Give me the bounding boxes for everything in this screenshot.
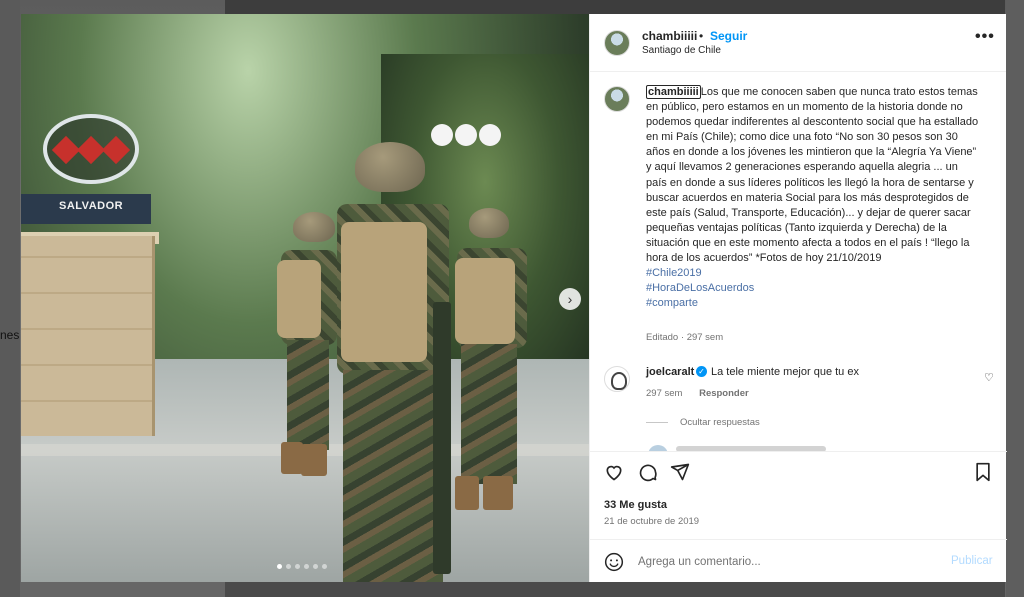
next-slide-button[interactable]: › bbox=[559, 288, 581, 310]
post-modal: SALVADOR › chambiiiii • Seguir Santiago … bbox=[21, 14, 1007, 582]
post-date[interactable]: 21 de octubre de 2019 bbox=[604, 516, 699, 527]
street-lamp bbox=[455, 124, 477, 146]
replies-divider bbox=[646, 422, 668, 423]
comments-section[interactable]: chambiiiii Los que me conocen saben que n… bbox=[590, 73, 1007, 451]
verified-badge-icon: ✓ bbox=[696, 366, 707, 377]
header-separator: • bbox=[699, 29, 704, 43]
carousel-dots bbox=[277, 564, 327, 569]
author-avatar[interactable] bbox=[604, 30, 630, 56]
metro-logo-icon bbox=[51, 132, 131, 168]
share-icon[interactable] bbox=[670, 462, 690, 482]
follow-button[interactable]: Seguir bbox=[710, 29, 747, 43]
post-location[interactable]: Santiago de Chile bbox=[642, 45, 721, 56]
caption-text: Los que me conocen saben que nunca trato… bbox=[646, 86, 979, 265]
hide-replies-button[interactable]: Ocultar respuestas bbox=[646, 417, 760, 428]
comment-age: 297 sem bbox=[646, 388, 683, 399]
hashtag-link[interactable]: #comparte bbox=[646, 296, 981, 311]
background-left-strip bbox=[0, 0, 20, 597]
carousel-dot bbox=[286, 564, 291, 569]
meta-separator: · bbox=[680, 332, 685, 343]
carousel-dot bbox=[322, 564, 327, 569]
edited-label: Editado bbox=[646, 332, 679, 343]
comment-username[interactable]: joelcaralt bbox=[646, 366, 694, 378]
carousel-dot bbox=[304, 564, 309, 569]
comment-icon[interactable] bbox=[638, 462, 658, 482]
heart-icon[interactable] bbox=[604, 462, 624, 482]
post-caption: chambiiiii Los que me conocen saben que n… bbox=[646, 85, 981, 311]
street-lamp bbox=[479, 124, 501, 146]
soldier-left bbox=[271, 212, 341, 482]
carousel-dot bbox=[313, 564, 318, 569]
publish-button[interactable]: Publicar bbox=[951, 555, 993, 567]
caption-username[interactable]: chambiiiii bbox=[646, 85, 701, 99]
comment-composer: Publicar bbox=[590, 539, 1007, 582]
post-actions: 33 Me gusta 21 de octubre de 2019 bbox=[590, 451, 1007, 539]
post-header: chambiiiii • Seguir Santiago de Chile ••… bbox=[590, 14, 1006, 72]
post-photo[interactable]: SALVADOR › bbox=[21, 14, 589, 582]
comment-text: La tele miente mejor que tu ex bbox=[711, 366, 859, 378]
more-options-icon[interactable]: ••• bbox=[975, 28, 995, 46]
background-top-strip bbox=[225, 0, 1005, 14]
soldier-right bbox=[449, 208, 539, 518]
caption-age: 297 sem bbox=[686, 332, 724, 343]
background-right-strip bbox=[1006, 0, 1024, 597]
comment-input[interactable] bbox=[638, 552, 938, 572]
caption-author-avatar[interactable] bbox=[604, 86, 630, 112]
bookmark-icon[interactable] bbox=[974, 462, 992, 482]
station-name: SALVADOR bbox=[59, 200, 124, 212]
comment-meta: 297 sem Responder bbox=[646, 388, 749, 399]
stone-wall bbox=[21, 236, 155, 436]
emoji-icon[interactable] bbox=[604, 552, 624, 572]
author-username[interactable]: chambiiiii bbox=[642, 29, 697, 43]
rifle bbox=[433, 302, 451, 574]
like-count[interactable]: 33 Me gusta bbox=[604, 499, 667, 511]
background-bottom-strip bbox=[225, 582, 1005, 597]
post-side-panel: chambiiiii • Seguir Santiago de Chile ••… bbox=[589, 14, 1007, 582]
background-text-fragment: nes bbox=[0, 328, 20, 342]
comment-like-icon[interactable]: ♡ bbox=[984, 371, 994, 384]
caption-meta: Editado · 297 sem bbox=[646, 332, 723, 343]
commenter-avatar[interactable] bbox=[604, 366, 630, 392]
carousel-dot bbox=[277, 564, 282, 569]
carousel-dot bbox=[295, 564, 300, 569]
reply-button[interactable]: Responder bbox=[699, 388, 749, 399]
hashtag-link[interactable]: #HoraDeLosAcuerdos bbox=[646, 281, 981, 296]
hashtag-link[interactable]: #Chile2019 bbox=[646, 266, 981, 281]
hide-replies-label: Ocultar respuestas bbox=[680, 417, 760, 428]
